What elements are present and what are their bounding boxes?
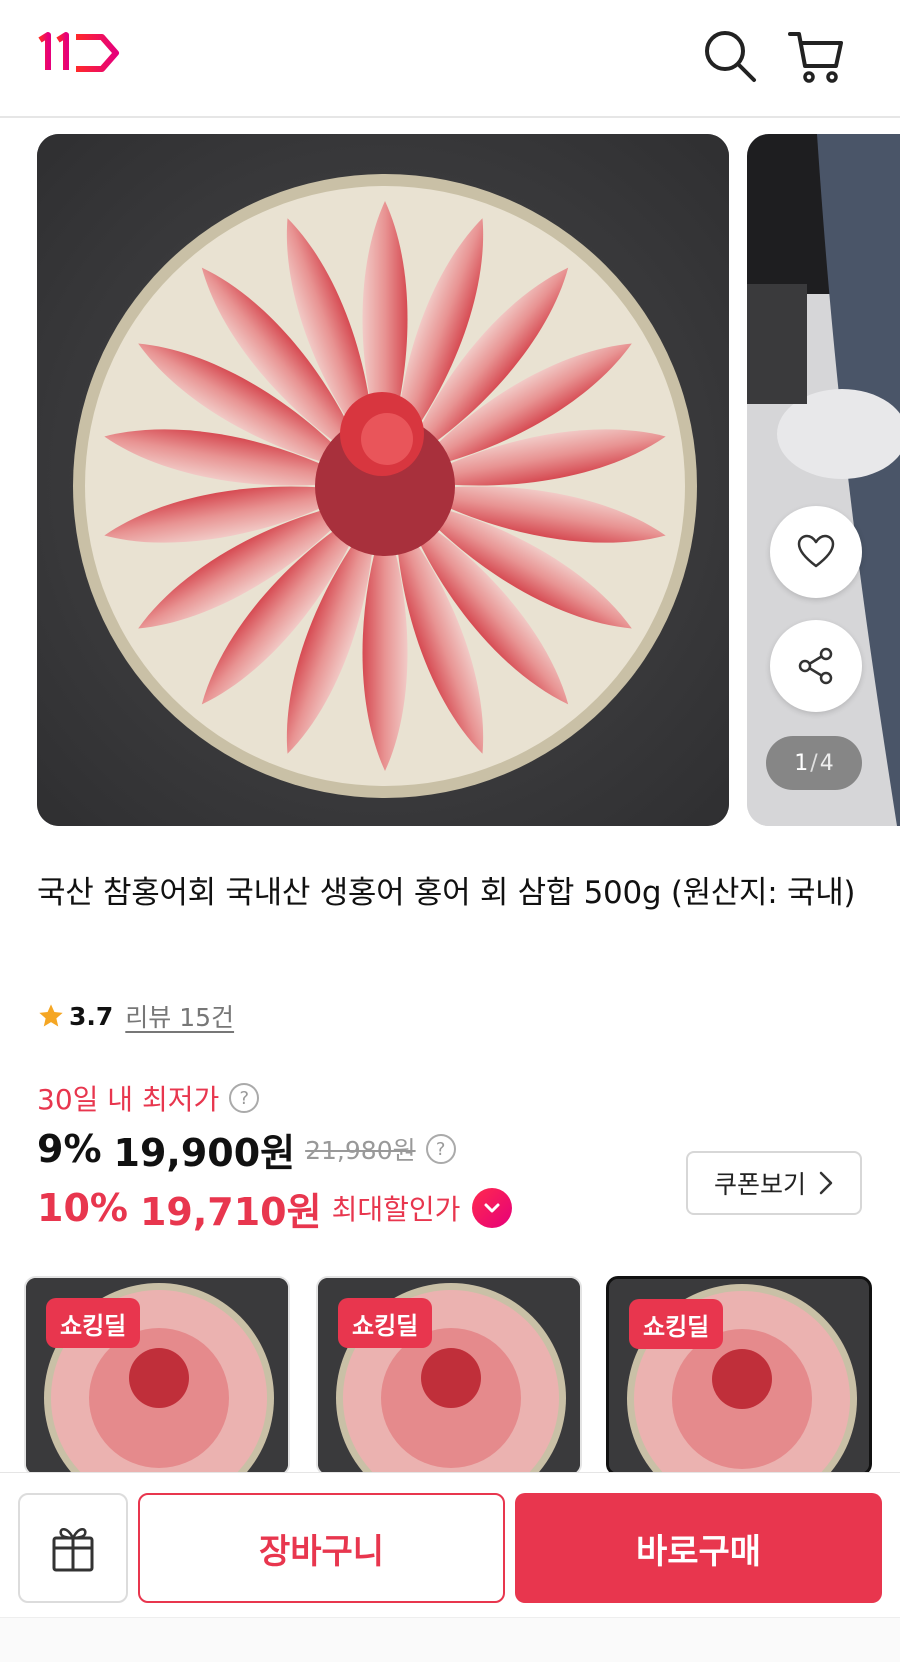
lowest-price-label: 30일 내 최저가 bbox=[37, 1083, 220, 1116]
coupon-view-button[interactable]: 쿠폰보기 bbox=[686, 1151, 862, 1215]
bottom-strip bbox=[0, 1617, 900, 1662]
cart-icon[interactable] bbox=[786, 26, 846, 86]
max-discount-row[interactable]: 10% 19,710원 최대할인가 bbox=[37, 1180, 513, 1236]
search-icon[interactable] bbox=[700, 26, 760, 86]
price-help-icon[interactable]: ? bbox=[425, 1134, 456, 1164]
rating-row: 3.7 리뷰 15건 bbox=[37, 996, 234, 1036]
gift-icon bbox=[52, 1528, 94, 1572]
share-icon bbox=[798, 647, 833, 685]
add-to-cart-button[interactable]: 장바구니 bbox=[138, 1493, 505, 1603]
reviews-link[interactable]: 리뷰 15건 bbox=[125, 998, 234, 1034]
fish-handling-image bbox=[747, 134, 900, 826]
like-button[interactable] bbox=[770, 506, 862, 598]
option-card[interactable]: 쇼킹딜 bbox=[316, 1276, 582, 1472]
chevron-right-icon bbox=[819, 1171, 833, 1195]
max-discount-price: 19,710원 bbox=[139, 1189, 322, 1234]
share-button[interactable] bbox=[770, 620, 862, 712]
option-thumbnails: 쇼킹딜 쇼킹딜 쇼킹딜 bbox=[0, 1276, 900, 1472]
gift-button[interactable] bbox=[18, 1493, 128, 1603]
pager-separator: / bbox=[810, 750, 818, 776]
product-title: 국산 참홍어회 국내산 생홍어 홍어 회 삼합 500g (원산지: 국내) bbox=[37, 875, 856, 911]
lowest-price-help-icon[interactable]: ? bbox=[229, 1083, 260, 1113]
product-image-gallery[interactable]: 1 / 4 bbox=[0, 134, 900, 826]
max-discount-label: 최대할인가 bbox=[331, 1193, 461, 1226]
shocking-deal-badge: 쇼킹딜 bbox=[629, 1299, 724, 1349]
buy-now-button[interactable]: 바로구매 bbox=[515, 1493, 882, 1603]
star-icon bbox=[39, 1004, 63, 1027]
bottom-action-bar: 장바구니 바로구매 bbox=[0, 1472, 900, 1617]
lowest-price-label-row: 30일 내 최저가 ? bbox=[37, 1076, 260, 1120]
raw-skate-sashimi-plate-image bbox=[37, 134, 729, 826]
shocking-deal-badge: 쇼킹딜 bbox=[46, 1298, 141, 1348]
heart-icon bbox=[797, 534, 835, 568]
coupon-view-label: 쿠폰보기 bbox=[713, 1170, 806, 1199]
shocking-deal-badge: 쇼킹딜 bbox=[338, 1298, 433, 1348]
product-main-image[interactable] bbox=[37, 134, 729, 826]
option-card-selected[interactable]: 쇼킹딜 bbox=[606, 1276, 872, 1472]
option-card[interactable]: 쇼킹딜 bbox=[24, 1276, 290, 1472]
pager-total: 4 bbox=[819, 750, 834, 776]
max-discount-rate: 10% bbox=[37, 1186, 128, 1230]
chevron-down-icon[interactable] bbox=[472, 1188, 513, 1228]
original-price: 21,980원 bbox=[305, 1136, 416, 1165]
top-header bbox=[0, 0, 900, 118]
product-next-image-peek[interactable] bbox=[747, 134, 900, 826]
sale-price-row: 9% 19,900원 21,980원 ? bbox=[37, 1122, 456, 1176]
11st-logo[interactable] bbox=[36, 32, 122, 76]
rating-score: 3.7 bbox=[69, 1001, 114, 1031]
image-pager-indicator: 1 / 4 bbox=[766, 736, 862, 790]
discount-rate: 9% bbox=[37, 1127, 102, 1171]
sale-price: 19,900원 bbox=[113, 1130, 296, 1175]
pager-current: 1 bbox=[794, 750, 809, 776]
